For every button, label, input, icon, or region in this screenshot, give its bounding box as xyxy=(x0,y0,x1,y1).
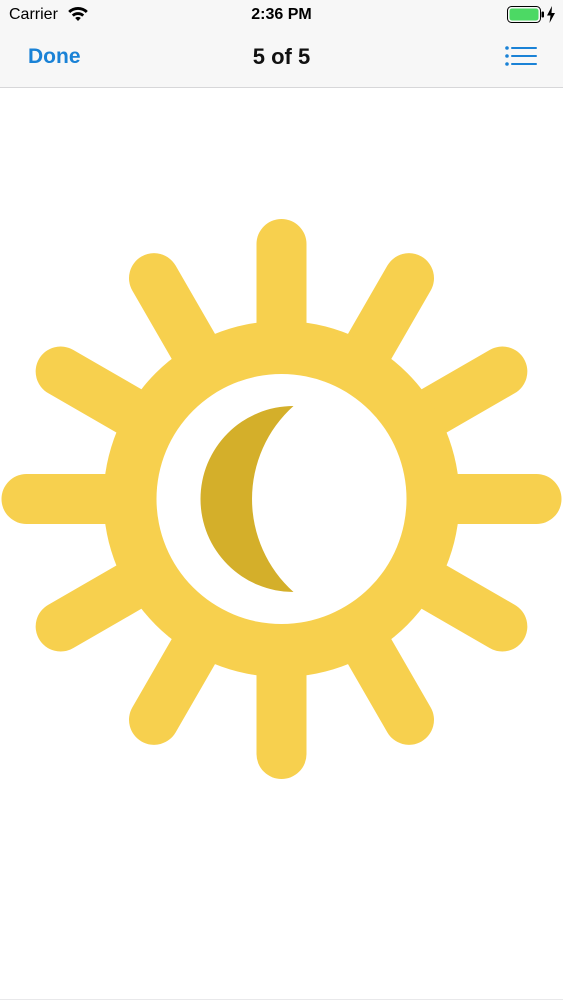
sun-moon-icon xyxy=(1,219,562,779)
preview-screen: Carrier 2:36 PM Done 5 of 5 xyxy=(0,0,563,1000)
battery-icon xyxy=(507,6,544,23)
charging-bolt-icon xyxy=(547,6,555,23)
page-counter-title: 5 of 5 xyxy=(252,44,311,69)
navigation-bar: Done 5 of 5 xyxy=(0,30,563,88)
list-icon[interactable] xyxy=(504,44,538,68)
status-time: 2:36 PM xyxy=(251,6,312,23)
image-viewer[interactable] xyxy=(0,88,563,999)
status-bar: Carrier 2:36 PM xyxy=(0,0,563,30)
